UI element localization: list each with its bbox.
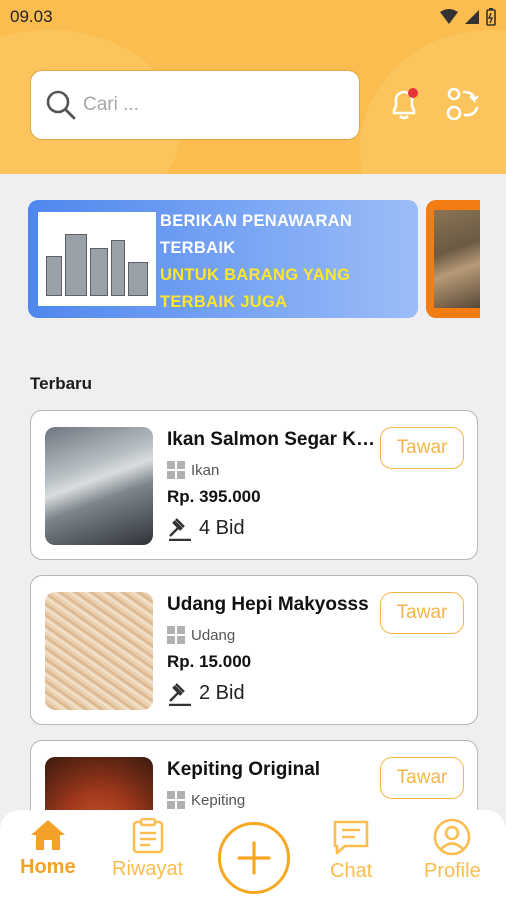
nav-history-label: Riwayat: [112, 858, 184, 880]
category-label: Kepiting: [191, 791, 246, 809]
status-bar: 09.03: [0, 0, 506, 34]
chat-icon: [333, 820, 369, 855]
nav-home[interactable]: Home: [20, 818, 76, 879]
nav-profile-label: Profile: [424, 860, 481, 882]
product-title: Udang Hepi Makyosss: [167, 594, 369, 615]
signal-icon: [465, 10, 479, 24]
category-label: Udang: [191, 626, 236, 644]
nav-chat-label: Chat: [330, 860, 373, 882]
product-card[interactable]: Ikan Salmon Segar Ku... Ikan Rp. 395.000…: [30, 410, 478, 560]
bid-button[interactable]: Tawar: [380, 592, 464, 634]
product-price: Rp. 15.000: [167, 652, 252, 671]
product-card[interactable]: Udang Hepi Makyosss Udang Rp. 15.000 2 B…: [30, 575, 478, 725]
category-icon: [167, 626, 185, 644]
promo-banner[interactable]: BERIKAN PENAWARAN TERBAIK UNTUK BARANG Y…: [28, 200, 418, 318]
banner-line: TERBAIK: [160, 239, 236, 257]
banner-line: BERIKAN PENAWARAN: [160, 212, 353, 230]
history-icon: [132, 818, 163, 854]
bid-button[interactable]: Tawar: [380, 427, 464, 469]
category-icon: [167, 791, 185, 809]
category-label: Ikan: [191, 461, 220, 479]
search-input[interactable]: Cari ...: [30, 70, 360, 140]
gavel-icon: [169, 518, 191, 541]
fish-image: [434, 210, 480, 308]
bid-label: 2 Bid: [199, 681, 245, 704]
swap-icon[interactable]: [444, 86, 482, 122]
nav-chat[interactable]: Chat: [330, 818, 372, 883]
status-icons: [440, 8, 496, 26]
promo-banner-next[interactable]: [426, 200, 480, 318]
search-icon: [46, 90, 76, 120]
header-decoration: [360, 30, 506, 174]
header: 09.03 Cari ...: [0, 0, 506, 174]
category-icon: [167, 461, 185, 479]
banner-text: BERIKAN PENAWARAN TERBAIK UNTUK BARANG Y…: [160, 208, 352, 316]
search-placeholder: Cari ...: [83, 94, 139, 115]
battery-icon: [486, 8, 496, 26]
product-price: Rp. 395.000: [167, 487, 261, 506]
bid-count: 4 Bid: [167, 515, 245, 541]
banner-carousel[interactable]: BERIKAN PENAWARAN TERBAIK UNTUK BARANG Y…: [28, 200, 480, 320]
home-icon: [30, 820, 65, 850]
nav-home-label: Home: [20, 856, 76, 878]
nav-history[interactable]: Riwayat: [112, 818, 183, 881]
plus-icon: [237, 841, 271, 875]
product-category: Kepiting: [167, 791, 245, 809]
product-image: [45, 427, 153, 545]
product-category: Udang: [167, 626, 235, 644]
banner-line: UNTUK BARANG YANG: [160, 266, 351, 284]
product-category: Ikan: [167, 461, 219, 479]
banner-line: TERBAIK JUGA: [160, 293, 288, 311]
bid-count: 2 Bid: [167, 680, 245, 706]
product-title: Kepiting Original: [167, 759, 321, 780]
wifi-icon: [440, 9, 458, 24]
notification-bell-icon[interactable]: [386, 86, 422, 122]
gavel-icon: [169, 683, 191, 706]
bid-label: 4 Bid: [199, 516, 245, 539]
bid-button[interactable]: Tawar: [380, 757, 464, 799]
appliances-image: [38, 212, 156, 306]
product-title: Ikan Salmon Segar Ku...: [167, 429, 379, 450]
product-image: [45, 592, 153, 710]
add-button[interactable]: [218, 822, 290, 894]
section-title: Terbaru: [30, 374, 93, 393]
nav-profile[interactable]: Profile: [424, 818, 481, 883]
profile-icon: [434, 818, 471, 856]
status-time: 09.03: [10, 7, 53, 26]
